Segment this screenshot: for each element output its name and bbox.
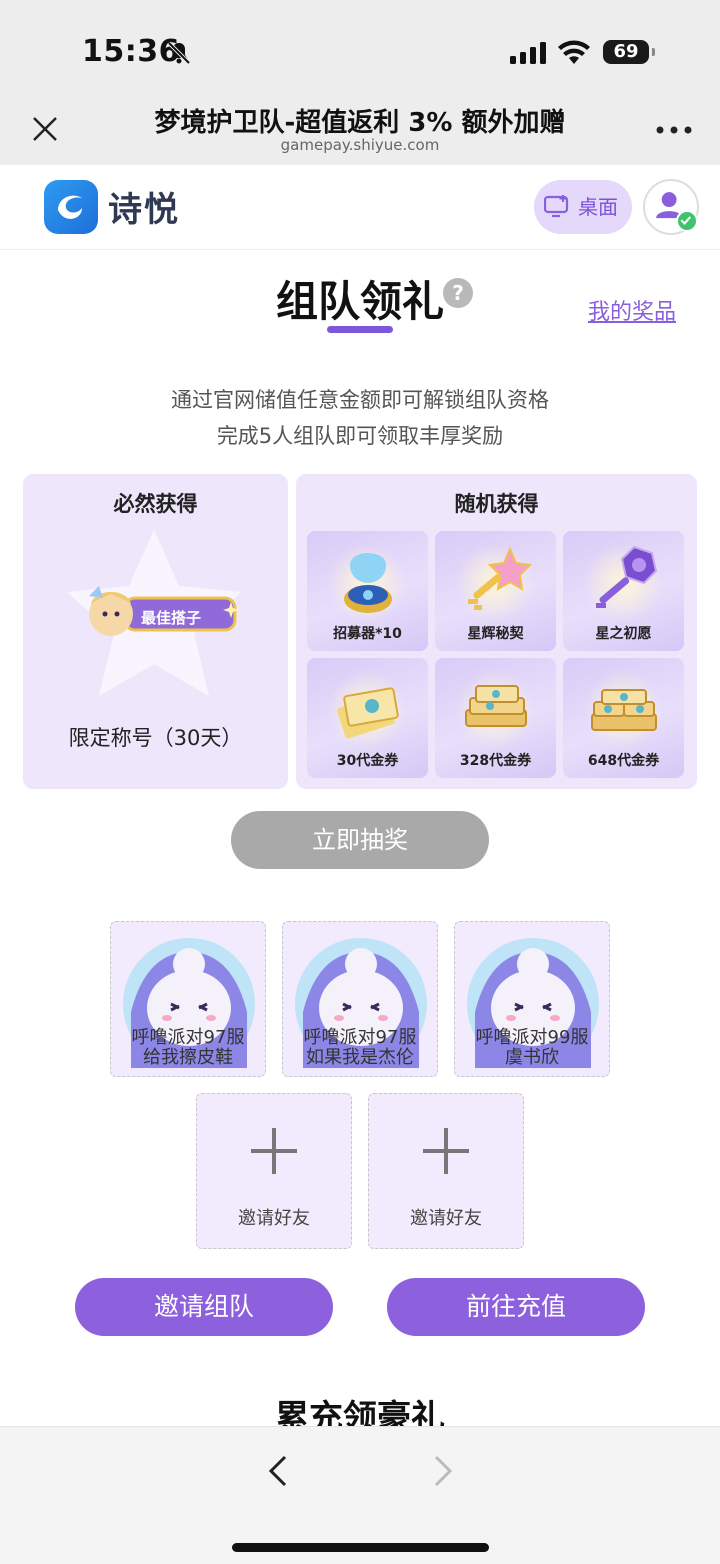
prize-label: 星辉秘契 [467,626,524,642]
invite-friend-slot[interactable]: 邀请好友 [368,1093,524,1249]
site-header: 诗悦 桌面 [0,165,720,250]
team-member-slot[interactable]: 呼噜派对99服 虞书欣 [454,921,610,1077]
invite-team-button[interactable]: 邀请组队 [75,1278,333,1336]
prize-label: 648代金券 [587,753,660,769]
cellular-signal-icon [510,42,546,64]
prize-card: 招募器*10 [307,531,428,651]
more-options-icon[interactable] [656,126,692,134]
battery-level: 69 [613,41,639,62]
voucher-stack-icon [465,685,527,727]
home-indicator [232,1543,489,1552]
prize-card: 星之初愿 [563,531,684,651]
star-key-icon [468,546,532,610]
description-line-1: 通过官网储值任意金额即可解锁组队资格 [171,388,549,412]
recruiter-icon [344,553,392,613]
team-member-slot[interactable]: 呼噜派对97服 给我擦皮鞋 [110,921,266,1077]
guaranteed-reward-panel: 必然获得 最佳搭子 限定称号（30天） [23,474,288,789]
guaranteed-heading: 必然获得 [113,492,198,516]
description-line-2: 完成5人组队即可领取丰厚奖励 [216,424,504,448]
member-server: 呼噜派对97服 [131,1027,245,1048]
prize-card: 30代金券 [307,658,428,778]
invite-friend-label: 邀请好友 [238,1208,310,1229]
back-arrow-icon[interactable] [265,1453,291,1489]
voucher-pile-icon [591,689,657,731]
prize-card: 星辉秘契 [435,531,556,651]
verified-check-icon [676,210,698,232]
voucher-icon [337,687,399,739]
logo-icon[interactable] [44,180,98,234]
browser-header: 梦境护卫队-超值返利 3% 额外加赠 gamepay.shiyue.com [0,92,720,165]
battery-icon: 69 [603,40,655,64]
page-url: gamepay.shiyue.com [280,136,440,154]
guaranteed-caption: 限定称号（30天） [68,726,243,750]
invite-friend-slot[interactable]: 邀请好友 [196,1093,352,1249]
invite-friend-label: 邀请好友 [410,1208,482,1229]
member-name: 虞书欣 [505,1047,559,1068]
draw-now-button[interactable]: 立即抽奖 [231,811,489,869]
status-bar: 15:36 69 [0,0,720,92]
my-prizes-link[interactable]: 我的奖品 [588,294,676,326]
prize-label: 招募器*10 [333,626,402,642]
member-server: 呼噜派对99服 [475,1027,589,1048]
desktop-label: 桌面 [578,195,618,219]
purple-key-icon [596,545,658,608]
wifi-icon [558,40,590,64]
random-reward-panel: 随机获得 招募器*10 星辉秘契 星之初愿 30代金券 328代金券 648代金… [296,474,697,789]
prize-card: 328代金券 [435,658,556,778]
badge-text: 最佳搭子 [141,609,202,627]
prize-label: 328代金券 [459,753,532,769]
desktop-button[interactable]: 桌面 [534,180,632,234]
prize-card: 648代金券 [563,658,684,778]
silent-bell-icon [167,41,191,65]
prize-label: 星之初愿 [595,626,652,642]
logo-text[interactable]: 诗悦 [108,182,180,231]
monitor-icon [544,195,569,218]
member-name: 给我擦皮鞋 [143,1047,233,1068]
plus-icon [423,1128,469,1174]
member-server: 呼噜派对97服 [303,1027,417,1048]
title-underline [327,326,393,333]
plus-icon [251,1128,297,1174]
random-heading: 随机获得 [454,492,539,516]
page-title: 梦境护卫队-超值返利 3% 额外加赠 [154,108,566,138]
forward-arrow-icon[interactable] [430,1453,456,1489]
recharge-button[interactable]: 前往充值 [387,1278,645,1336]
member-name: 如果我是杰伦 [306,1047,414,1068]
browser-bottom-bar [0,1426,720,1564]
prize-label: 30代金券 [336,753,399,769]
team-member-slot[interactable]: 呼噜派对97服 如果我是杰伦 [282,921,438,1077]
help-icon[interactable]: ? [443,278,473,308]
